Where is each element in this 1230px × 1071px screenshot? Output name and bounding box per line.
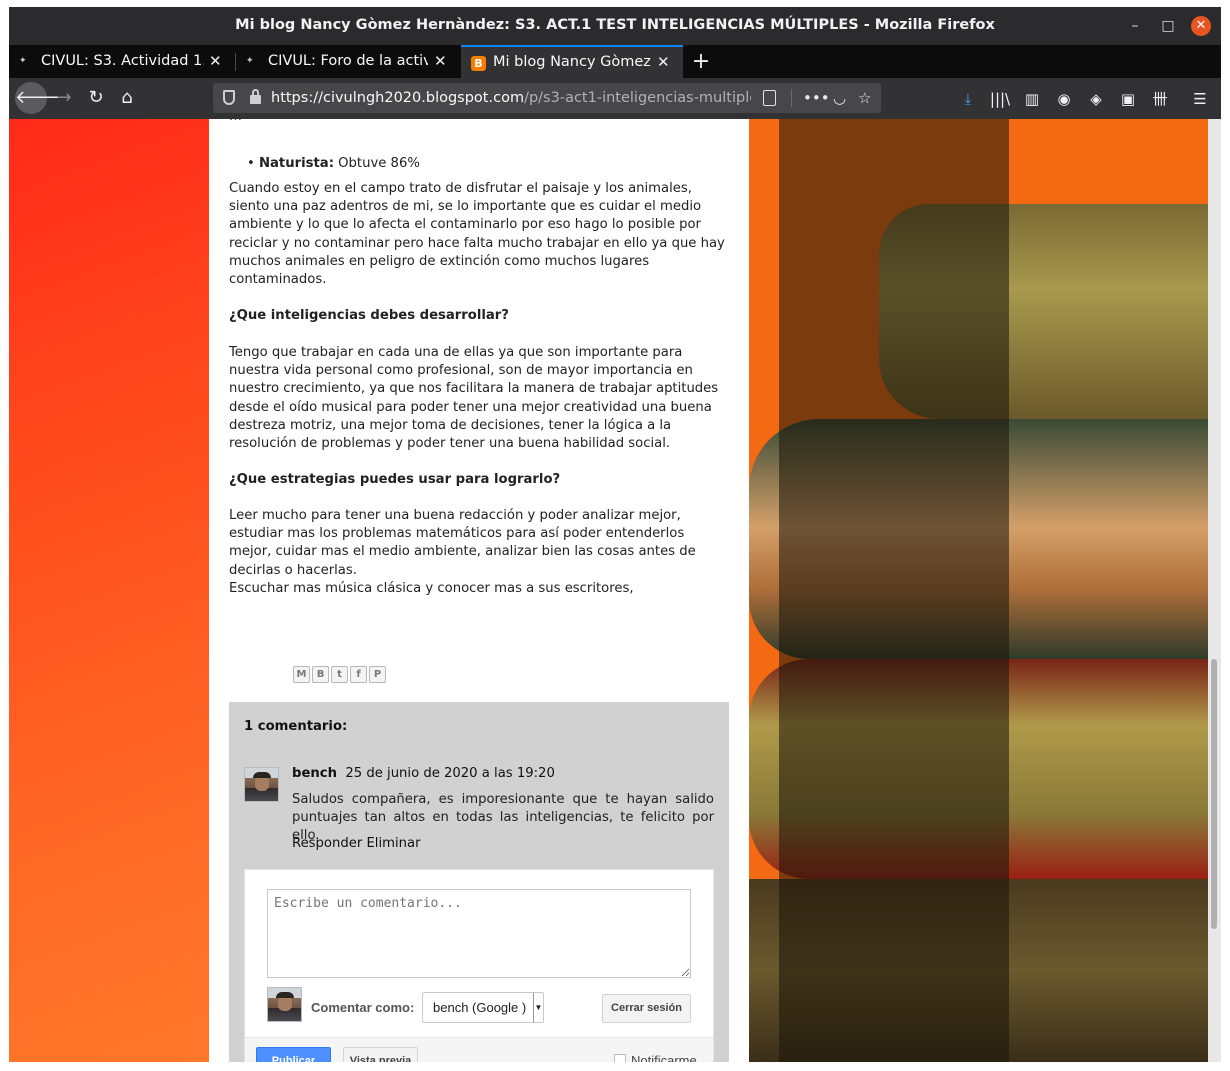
notify-label: Notificarme [631,1053,697,1062]
publish-button[interactable]: Publicar [256,1047,331,1062]
chevron-down-icon: ▼ [533,993,543,1022]
comment-date[interactable]: 25 de junio de 2020 a las 19:20 [345,766,554,781]
url-bar[interactable]: https://civulngh2020.blogspot.com/p/s3-a… [213,83,881,113]
tab-close-icon[interactable]: ✕ [209,45,222,78]
tab-close-icon[interactable]: ✕ [434,45,447,78]
share-buttons: MBtfP [293,666,388,686]
blogger-favicon-icon: B [471,56,486,71]
account-icon[interactable]: ◉ [1053,89,1075,109]
extension-icon[interactable]: 卌 [1149,89,1171,109]
paragraph: Escuchar mas música clásica y conocer ma… [229,581,634,596]
twitter-share-icon[interactable]: t [331,666,348,683]
reply-link[interactable]: Responder [292,836,362,851]
question-text: ¿Que estrategias puedes usar para lograr… [229,472,561,487]
preview-button[interactable]: Vista previa [343,1047,418,1062]
comment-form: Comentar como: bench (Google ) ▼ Cerrar s… [244,869,714,1062]
extension-icon[interactable]: ◈ [1085,89,1107,109]
blog-post-column: … • Naturista: Obtuve 86% Cuando estoy e… [209,119,749,1062]
checkbox-icon[interactable] [614,1054,626,1062]
extension-icon[interactable]: ▣ [1117,89,1139,109]
window-title: Mi blog Nancy Gòmez Hernàndez: S3. ACT.1… [235,17,995,33]
question-heading: ¿Que inteligencias debes desarrollar? [229,307,729,325]
blogger-share-icon[interactable]: B [312,666,329,683]
identity-value: bench (Google ) [433,1000,527,1015]
tab-blog-active[interactable]: B Mi blog Nancy Gòmez Hernàndez ✕ [461,45,683,78]
menu-icon[interactable]: ☰ [1189,89,1211,109]
tab-close-icon[interactable]: ✕ [657,47,670,78]
sidebar-icon[interactable]: ▥ [1021,89,1043,109]
delete-link[interactable]: Eliminar [366,836,420,851]
avatar [267,987,302,1022]
maximize-button[interactable]: □ [1158,17,1178,35]
url-path: /p/s3-act1-inteligencias-multiples.html [524,90,751,106]
title-bar: Mi blog Nancy Gòmez Hernàndez: S3. ACT.1… [9,7,1221,45]
comment-meta: bench 25 de junio de 2020 a las 19:20 [292,766,555,781]
notify-checkbox[interactable]: Notificarme [614,1053,697,1062]
paragraph: Leer mucho para tener una buena redacció… [229,508,696,578]
comment-input[interactable] [267,889,691,978]
navigation-toolbar: 🡐 → ↻ ⌂ https://civulngh2020.blogspot.co… [9,78,1221,119]
tab-civul-foro[interactable]: ✦ CIVUL: Foro de la actividad ✕ [236,45,460,78]
tab-civul-actividad[interactable]: ✦ CIVUL: S3. Actividad 1. Inteligencias … [9,45,234,78]
page-content: … • Naturista: Obtuve 86% Cuando estoy e… [9,119,1221,1062]
bullet-value: Obtuve 86% [333,156,420,171]
paragraph: Cuando estoy en el campo trato de disfru… [229,181,725,288]
forward-button[interactable]: → [51,85,77,111]
tab-bar: ✦ CIVUL: S3. Actividad 1. Inteligencias … [9,45,1221,78]
dark-stripe-overlay [779,119,1009,1062]
comments-count: 1 comentario: [244,719,348,734]
downloads-icon[interactable]: ⤓ [957,89,979,109]
pinterest-share-icon[interactable]: P [369,666,386,683]
back-button[interactable]: 🡐 [15,82,63,114]
close-window-button[interactable]: ✕ [1191,16,1211,36]
books-background-image [749,119,1208,1062]
tab-label: Mi blog Nancy Gòmez Hernàndez [493,54,651,70]
lock-icon[interactable] [250,89,261,104]
minimize-button[interactable]: – [1125,17,1145,35]
url-text[interactable]: https://civulngh2020.blogspot.com/p/s3-a… [271,83,751,113]
pocket-icon[interactable]: ◡ [833,83,846,113]
logout-button[interactable]: Cerrar sesión [602,994,691,1023]
scrollbar-thumb[interactable] [1211,659,1217,929]
moodle-favicon-icon: ✦ [19,56,27,66]
page-actions-icon[interactable]: ••• [803,83,830,113]
question-heading: ¿Que estrategias puedes usar para lograr… [229,471,729,489]
comment-as-label: Comentar como: [311,1000,415,1015]
tracking-shield-icon[interactable] [223,90,235,105]
clipped-text-line: … [229,119,529,121]
bullet-label: Naturista: [258,156,334,171]
tab-label: CIVUL: Foro de la actividad [268,53,428,69]
comment-author[interactable]: bench [292,766,337,781]
facebook-share-icon[interactable]: f [350,666,367,683]
email-share-icon[interactable]: M [293,666,310,683]
url-separator [791,89,792,107]
comment-actions: Responder Eliminar [292,836,421,851]
bullet-item: • Naturista: Obtuve 86% [247,156,420,171]
bookmark-star-icon[interactable]: ☆ [858,83,871,113]
url-host: https://civulngh2020.blogspot.com [271,90,525,106]
home-button[interactable]: ⌂ [114,85,140,111]
reader-view-icon[interactable] [763,90,776,106]
new-tab-button[interactable]: + [689,45,713,78]
paragraph: Tengo que trabajar en cada una de ellas … [229,345,719,452]
identity-select[interactable]: bench (Google ) ▼ [422,992,544,1023]
tab-label: CIVUL: S3. Actividad 1. Inteligencias mú… [41,53,204,69]
question-text: ¿Que inteligencias debes desarrollar? [229,308,509,323]
browser-window: Mi blog Nancy Gòmez Hernàndez: S3. ACT.1… [9,7,1221,1062]
reload-button[interactable]: ↻ [83,85,109,111]
page-scrollbar[interactable] [1208,119,1221,1062]
comments-section: 1 comentario: bench 25 de junio de 2020 … [229,702,729,1062]
moodle-favicon-icon: ✦ [246,56,254,66]
avatar[interactable] [244,767,279,802]
library-icon[interactable]: |||\ [989,89,1011,109]
